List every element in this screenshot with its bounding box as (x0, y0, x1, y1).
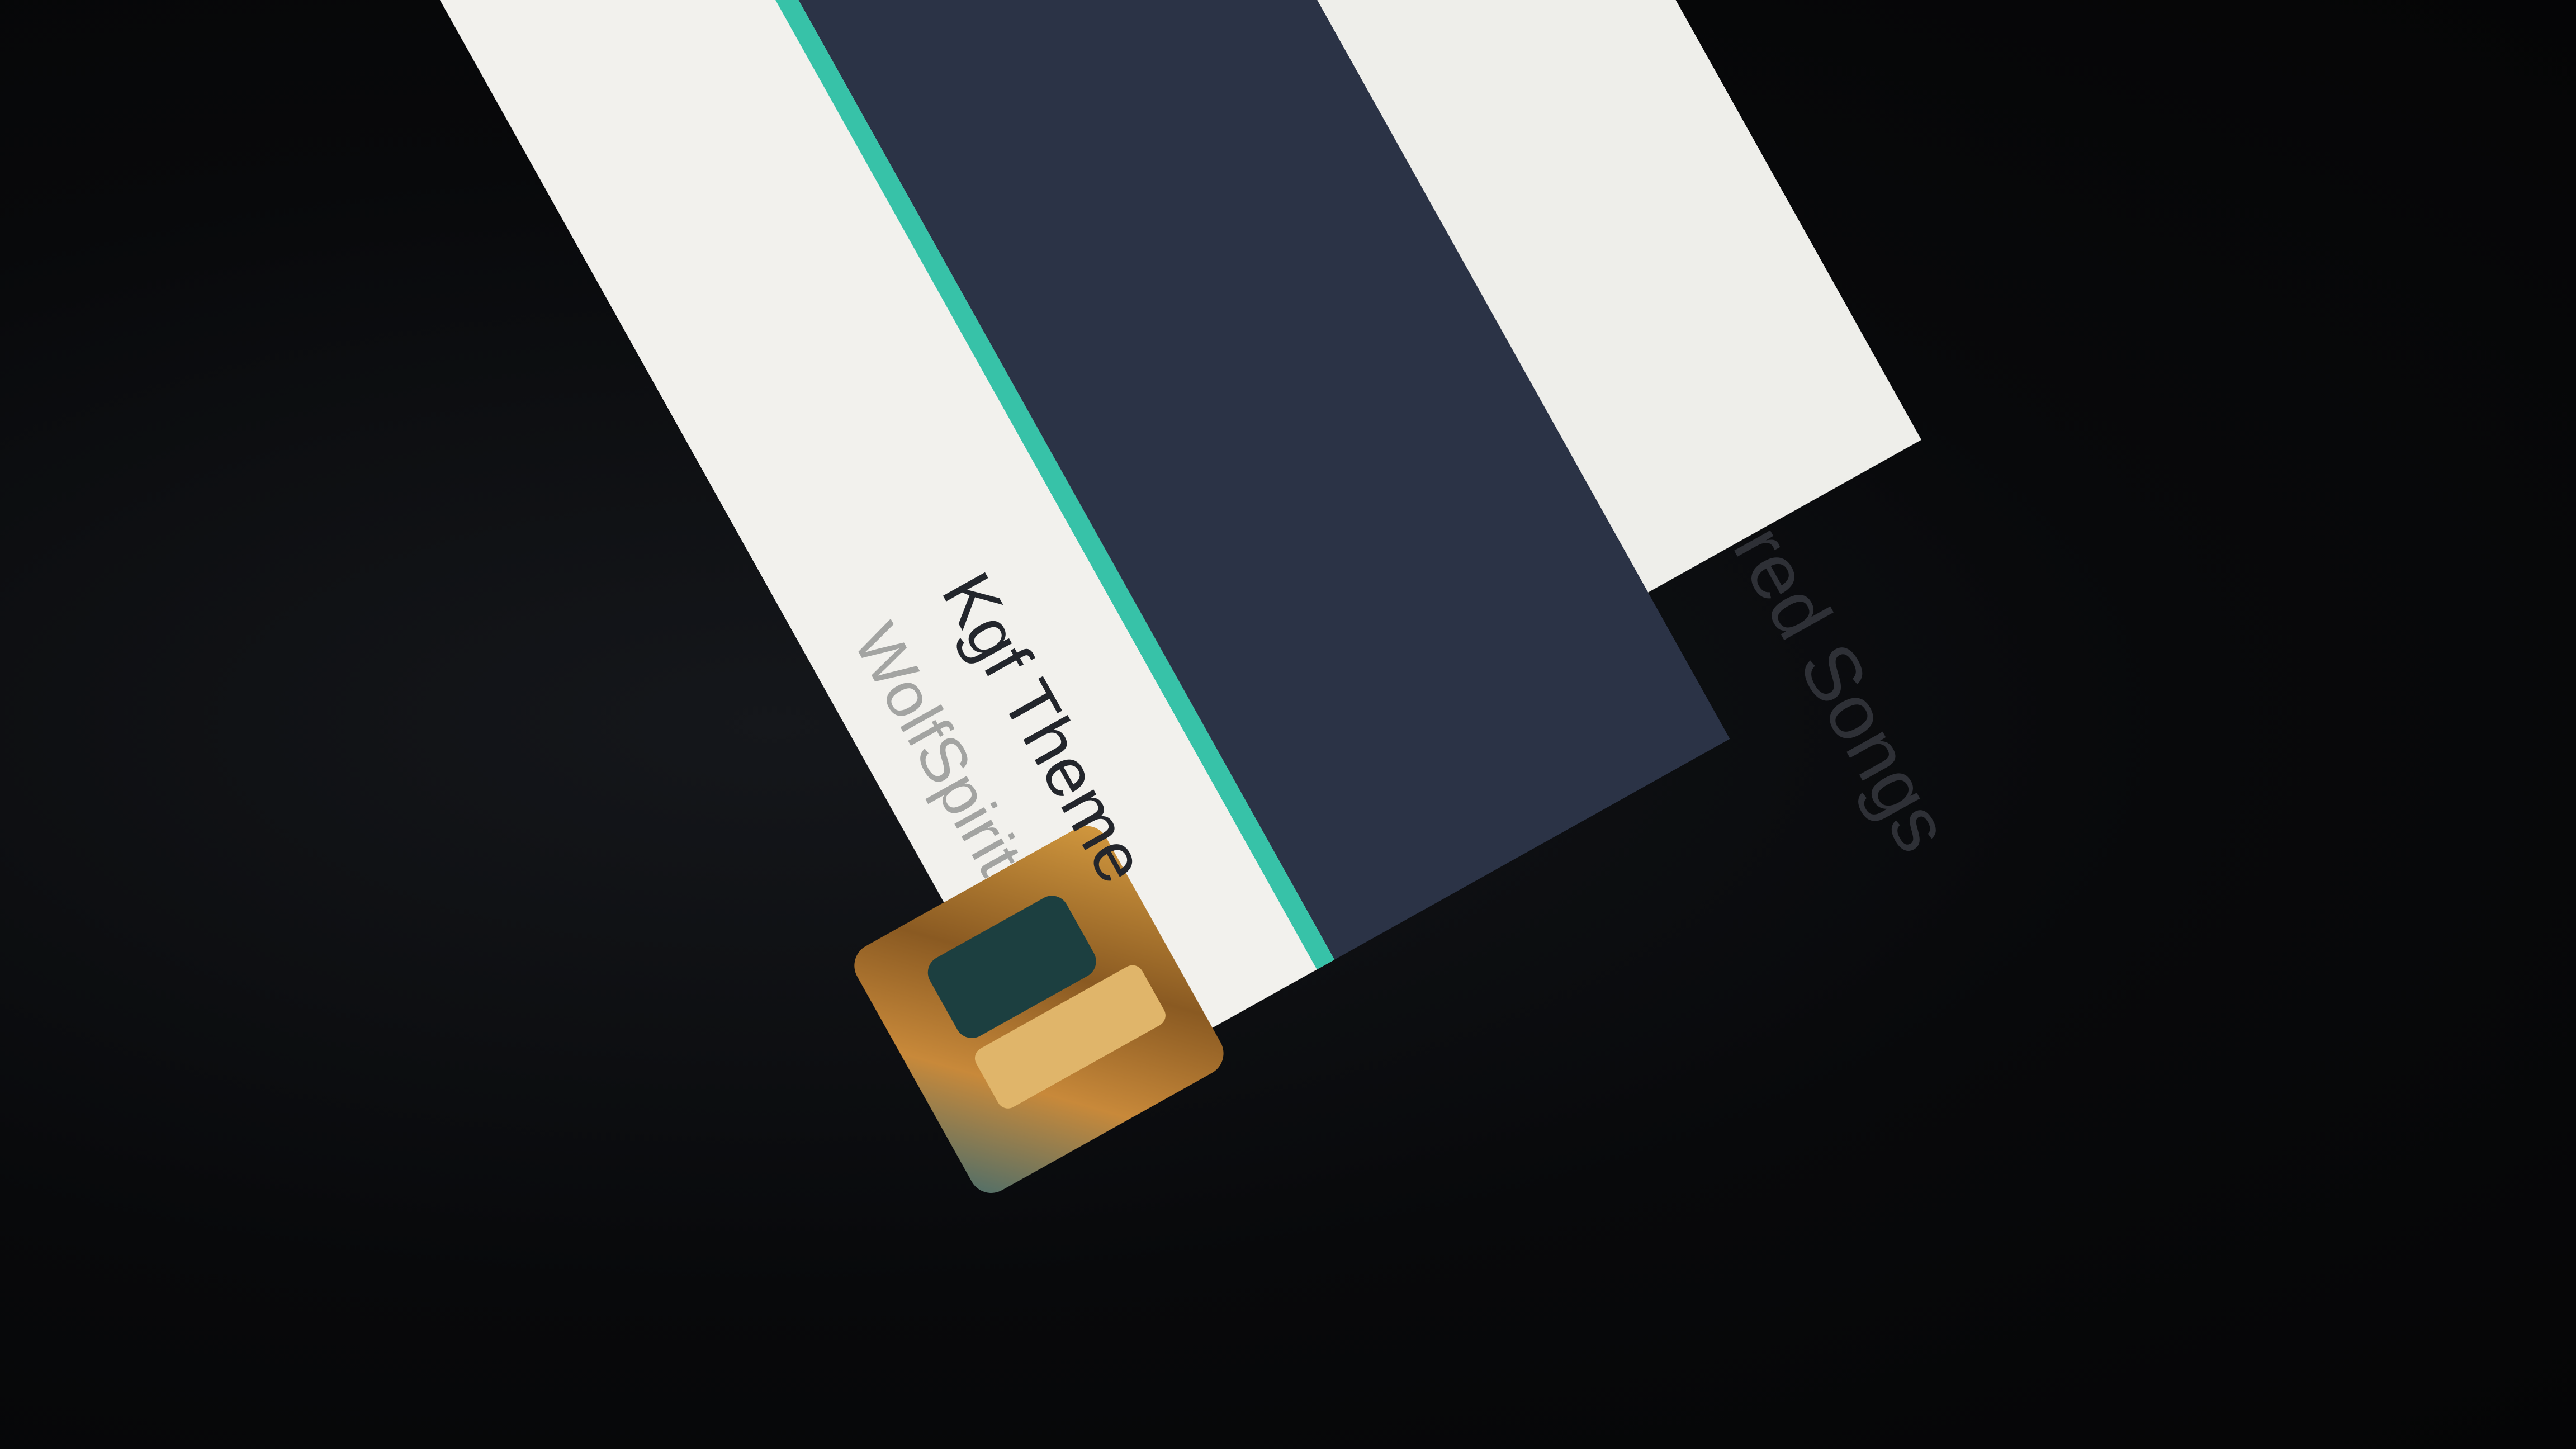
album-cover[interactable] (846, 818, 1232, 1201)
sidebar-item-songs[interactable]: red Songs (1716, 511, 1969, 866)
music-app-screen: red Songs Kgf Theme WolfSpirit (297, 0, 2003, 1201)
photo-scene: red Songs Kgf Theme WolfSpirit (0, 0, 2576, 1449)
